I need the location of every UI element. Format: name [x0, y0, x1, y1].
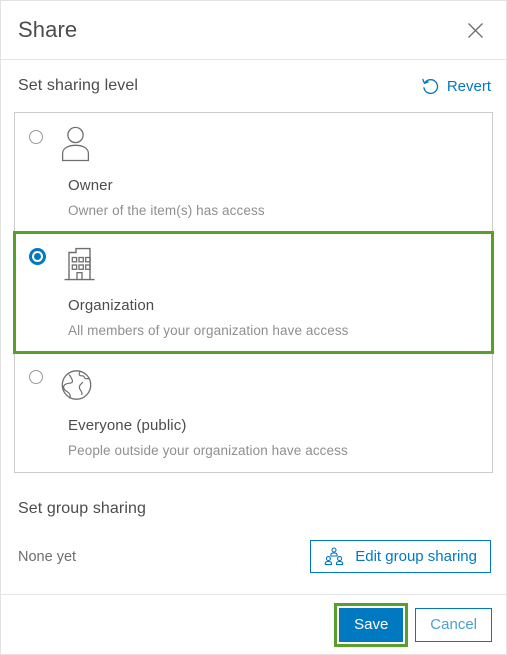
building-icon	[63, 246, 101, 286]
save-button-highlight: Save	[334, 602, 409, 647]
sharing-level-title: Set sharing level	[18, 77, 138, 94]
page-title: Share	[18, 17, 78, 42]
revert-circular-arrow-icon	[422, 78, 438, 94]
sharing-option-organization[interactable]: Organization All members of your organiz…	[13, 231, 494, 354]
dialog-footer: Save Cancel	[1, 594, 506, 654]
share-dialog: Share Set sharing level Revert Owner Own…	[0, 0, 507, 655]
radio-owner[interactable]	[29, 130, 43, 144]
option-everyone-description: People outside your organization have ac…	[68, 443, 348, 458]
person-icon	[60, 126, 98, 166]
edit-group-sharing-label: Edit group sharing	[355, 548, 477, 565]
dialog-header: Share	[1, 1, 506, 60]
dialog-body: Set sharing level Revert Owner Owner of …	[1, 60, 506, 594]
revert-button[interactable]: Revert	[421, 77, 491, 96]
radio-organization[interactable]	[29, 248, 46, 265]
option-everyone-label: Everyone (public)	[68, 417, 187, 434]
option-everyone-top	[29, 366, 478, 412]
option-owner-top	[29, 126, 478, 172]
edit-group-sharing-button[interactable]: Edit group sharing	[310, 540, 491, 573]
group-sharing-status: None yet	[18, 548, 77, 565]
sharing-option-everyone[interactable]: Everyone (public) People outside your or…	[15, 353, 492, 472]
option-organization-top	[29, 246, 478, 292]
option-organization-label: Organization	[68, 297, 155, 314]
sharing-level-options: Owner Owner of the item(s) has access Or…	[13, 112, 494, 473]
close-icon	[467, 22, 483, 38]
sharing-level-header: Set sharing level Revert	[14, 60, 493, 112]
group-sharing-title: Set group sharing	[18, 500, 147, 517]
globe-icon	[60, 366, 98, 406]
option-organization-description: All members of your organization have ac…	[68, 323, 349, 338]
option-owner-description: Owner of the item(s) has access	[68, 203, 265, 218]
sharing-option-owner[interactable]: Owner Owner of the item(s) has access	[15, 113, 492, 232]
save-button[interactable]: Save	[339, 607, 404, 642]
revert-label: Revert	[446, 77, 491, 95]
radio-everyone[interactable]	[29, 370, 43, 384]
close-button[interactable]	[462, 17, 488, 43]
cancel-button[interactable]: Cancel	[415, 607, 492, 642]
group-sharing-row: None yet Edit group sharing	[14, 518, 493, 573]
group-people-icon	[325, 547, 344, 566]
option-owner-label: Owner	[68, 177, 113, 194]
